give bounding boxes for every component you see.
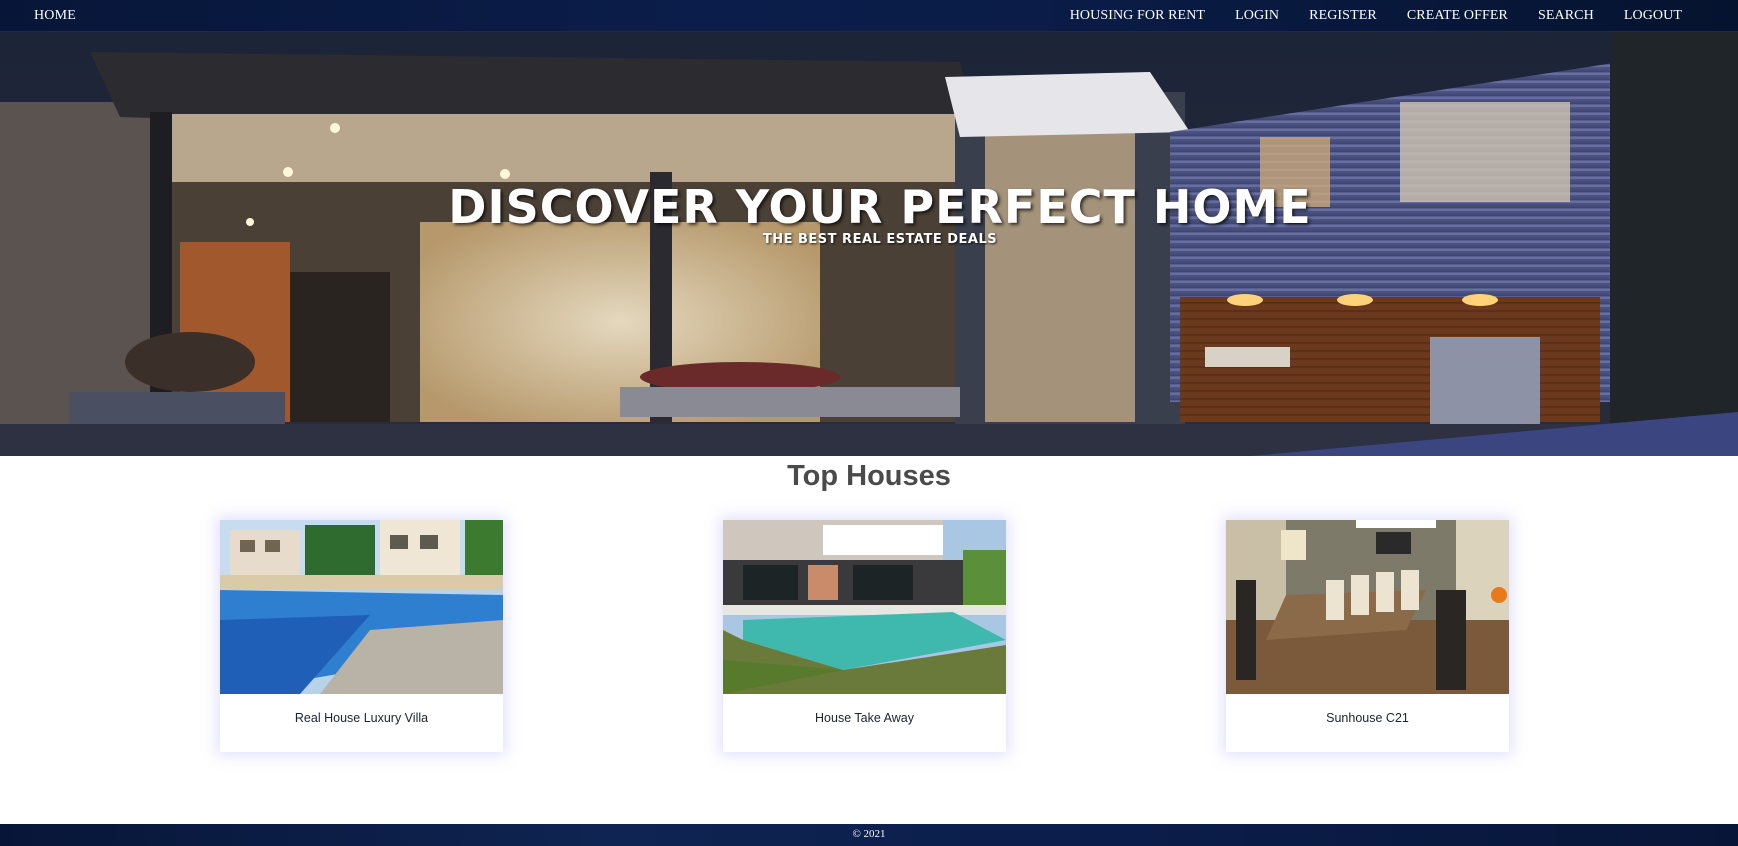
nav-logout-link[interactable]: LOGOUT (1624, 8, 1682, 24)
nav-create-offer-link[interactable]: CREATE OFFER (1407, 8, 1508, 24)
nav-links: HOUSING FOR RENT LOGIN REGISTER CREATE O… (1070, 8, 1682, 24)
top-navbar: HOME HOUSING FOR RENT LOGIN REGISTER CRE… (0, 0, 1738, 32)
hero-banner: DISCOVER YOUR PERFECT HOME THE BEST REAL… (0, 32, 1738, 456)
listing-card[interactable]: House Take Away (723, 520, 1006, 752)
footer: © 2021 (0, 824, 1738, 846)
listing-card[interactable]: Real House Luxury Villa (220, 520, 503, 752)
hero-subtitle: THE BEST REAL ESTATE DEALS (762, 232, 998, 247)
listing-photo[interactable] (1226, 520, 1509, 694)
listing-title[interactable]: House Take Away (723, 711, 1006, 725)
dining-room-photo (1226, 520, 1509, 694)
nav-search-link[interactable]: SEARCH (1538, 8, 1594, 24)
nav-housing-for-rent-link[interactable]: HOUSING FOR RENT (1070, 8, 1205, 24)
listing-photo[interactable] (220, 520, 503, 694)
listing-card[interactable]: Sunhouse C21 (1226, 520, 1509, 752)
nav-register-link[interactable]: REGISTER (1309, 8, 1377, 24)
listing-title[interactable]: Real House Luxury Villa (220, 711, 503, 725)
modern-house-pool-photo (723, 520, 1006, 694)
footer-copyright: © 2021 (852, 828, 886, 840)
villa-pool-photo (220, 520, 503, 694)
nav-home-link[interactable]: HOME (34, 8, 76, 24)
listing-photo[interactable] (723, 520, 1006, 694)
listing-title[interactable]: Sunhouse C21 (1226, 711, 1509, 725)
nav-login-link[interactable]: LOGIN (1235, 8, 1279, 24)
hero-title: DISCOVER YOUR PERFECT HOME (448, 180, 1312, 234)
section-title: Top Houses (787, 460, 951, 492)
